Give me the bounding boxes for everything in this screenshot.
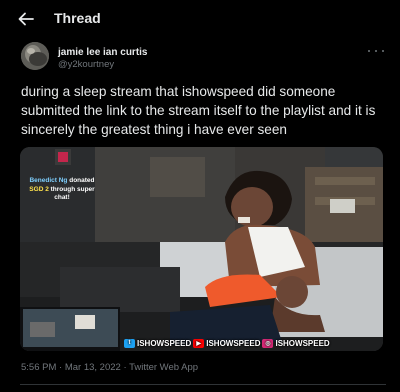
donation-line3: through super: [50, 185, 95, 193]
social-twitter: ISHOWSPEED: [137, 338, 192, 348]
social-overlay: t ISHOWSPEED ▶ ISHOWSPEED ◎ ISHOWSPEED: [124, 337, 330, 349]
donation-alert: Benedict Ng donated SGD 2 through super …: [23, 177, 101, 203]
author-name[interactable]: jamie lee ian curtis: [58, 47, 148, 58]
youtube-icon: ▶: [193, 338, 205, 348]
social-youtube: ISHOWSPEED: [206, 338, 261, 348]
tweet-media[interactable]: Benedict Ng donated SGD 2 through super …: [20, 147, 383, 351]
donation-line4: chat!: [54, 194, 70, 201]
author-handle[interactable]: @y2kourtney: [58, 59, 114, 70]
tweet-timestamp[interactable]: 5:56 PM · Mar 13, 2022 · Twitter Web App: [21, 362, 198, 373]
more-options-icon[interactable]: [368, 46, 384, 56]
tweet-text: during a sleep stream that ishowspeed di…: [21, 84, 376, 137]
divider: [20, 384, 386, 385]
twitter-icon: t: [124, 338, 135, 348]
donation-action: donated: [69, 177, 95, 184]
page-title: Thread: [54, 10, 101, 26]
back-button[interactable]: [16, 9, 36, 29]
instagram-icon: ◎: [262, 338, 274, 348]
donation-amount: SGD 2: [29, 185, 49, 193]
arrow-left-icon: [18, 12, 34, 26]
top-bar: Thread: [0, 0, 400, 38]
tweet-author: jamie lee ian curtis @y2kourtney: [21, 42, 386, 78]
social-instagram: ISHOWSPEED: [275, 338, 330, 348]
donor-name: Benedict Ng: [29, 177, 68, 184]
avatar[interactable]: [21, 42, 49, 70]
